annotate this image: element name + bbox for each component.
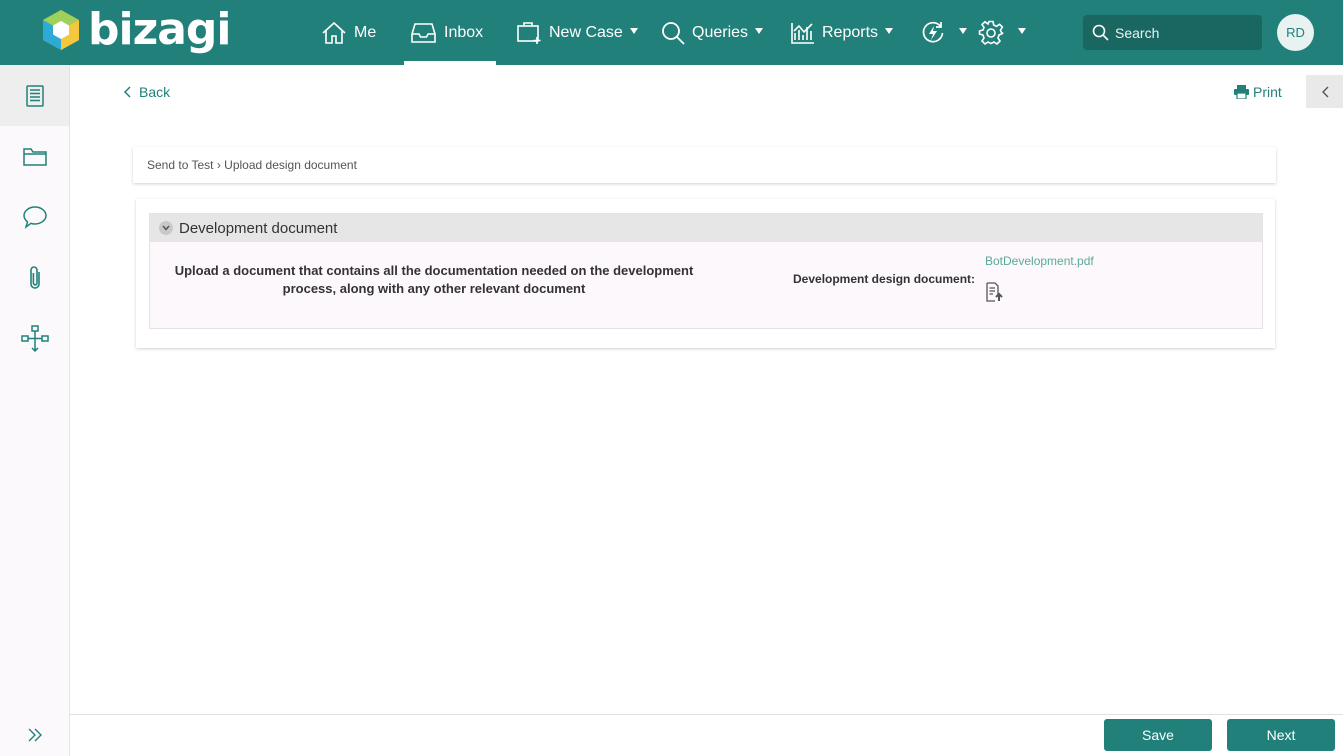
back-link[interactable]: Back — [123, 84, 170, 100]
user-avatar[interactable]: RD — [1277, 14, 1314, 51]
bizagi-logo[interactable]: bizagi — [42, 4, 231, 55]
left-sidebar — [0, 65, 70, 756]
search-icon — [1092, 24, 1109, 41]
nav-reports[interactable]: Reports — [790, 0, 894, 65]
search-box[interactable] — [1083, 15, 1262, 50]
sidebar-item-comments[interactable] — [0, 186, 69, 247]
save-button[interactable]: Save — [1104, 719, 1212, 751]
nav-me-label: Me — [354, 23, 377, 41]
nav-queries-label: Queries — [692, 23, 749, 41]
inbox-icon — [411, 22, 436, 43]
nav-inbox[interactable]: Inbox — [404, 0, 496, 65]
chevron-down-icon — [629, 28, 638, 34]
logo-text: bizagi — [88, 4, 231, 55]
nav-reports-label: Reports — [822, 23, 879, 41]
print-label: Print — [1253, 84, 1282, 100]
nav-inbox-label: Inbox — [444, 23, 484, 41]
print-link[interactable]: Print — [1234, 84, 1282, 100]
group-title: Development document — [179, 219, 338, 237]
next-button[interactable]: Next — [1227, 719, 1335, 751]
sidebar-item-workflow[interactable] — [0, 308, 69, 369]
breadcrumb-text: Send to Test › Upload design document — [147, 158, 357, 172]
bizagi-logo-icon — [43, 10, 79, 50]
back-label: Back — [139, 84, 171, 100]
back-chevron-icon — [123, 86, 131, 98]
chevron-down-icon — [1018, 28, 1026, 34]
sidebar-item-folders[interactable] — [0, 126, 69, 187]
gear-icon — [978, 20, 1004, 45]
chevron-down-icon — [885, 28, 894, 34]
search-input[interactable] — [1115, 24, 1255, 41]
group-header[interactable]: Development document — [150, 214, 1262, 242]
chevron-down-icon — [755, 28, 764, 34]
activity-icon — [922, 21, 944, 42]
nav-me[interactable]: Me — [321, 0, 376, 65]
uploaded-file-link[interactable]: BotDevelopment.pdf — [985, 254, 1094, 268]
form-card: Development document Upload a document t… — [136, 199, 1275, 348]
sidebar-item-form[interactable] — [0, 65, 69, 126]
form-icon — [25, 84, 44, 107]
new-case-icon — [517, 21, 541, 44]
collapse-panel-button[interactable] — [1306, 75, 1343, 108]
breadcrumb: Send to Test › Upload design document — [133, 147, 1276, 183]
paperclip-icon — [29, 265, 40, 289]
collapse-chevron-icon — [1321, 86, 1328, 97]
comment-icon — [22, 205, 47, 229]
chevron-down-icon — [959, 28, 967, 34]
expand-icon — [28, 728, 42, 742]
chevron-down-icon — [159, 221, 173, 235]
action-footer: Save Next — [70, 714, 1343, 756]
print-icon — [1234, 85, 1249, 99]
nav-new-case-label: New Case — [549, 23, 623, 41]
reports-icon — [791, 22, 814, 44]
workflow-icon — [20, 324, 49, 352]
nav-new-case[interactable]: New Case — [517, 0, 638, 65]
upload-file-icon — [986, 282, 1003, 302]
development-document-group: Development document Upload a document t… — [149, 213, 1263, 329]
design-document-label: Development design document: — [793, 272, 976, 286]
top-bar: bizagi Me Inbox New Case Queries Reports… — [0, 0, 1343, 65]
home-icon — [322, 21, 346, 44]
nav-activity-menu[interactable] — [921, 0, 967, 65]
sidebar-item-attachments[interactable] — [0, 247, 69, 308]
sidebar-expand-button[interactable] — [0, 714, 69, 756]
group-description: Upload a document that contains all the … — [174, 263, 694, 296]
upload-button[interactable] — [985, 282, 1005, 307]
nav-settings-menu[interactable] — [978, 0, 1026, 65]
search-icon — [662, 21, 685, 45]
folder-icon — [22, 147, 47, 166]
nav-queries[interactable]: Queries — [661, 0, 764, 65]
